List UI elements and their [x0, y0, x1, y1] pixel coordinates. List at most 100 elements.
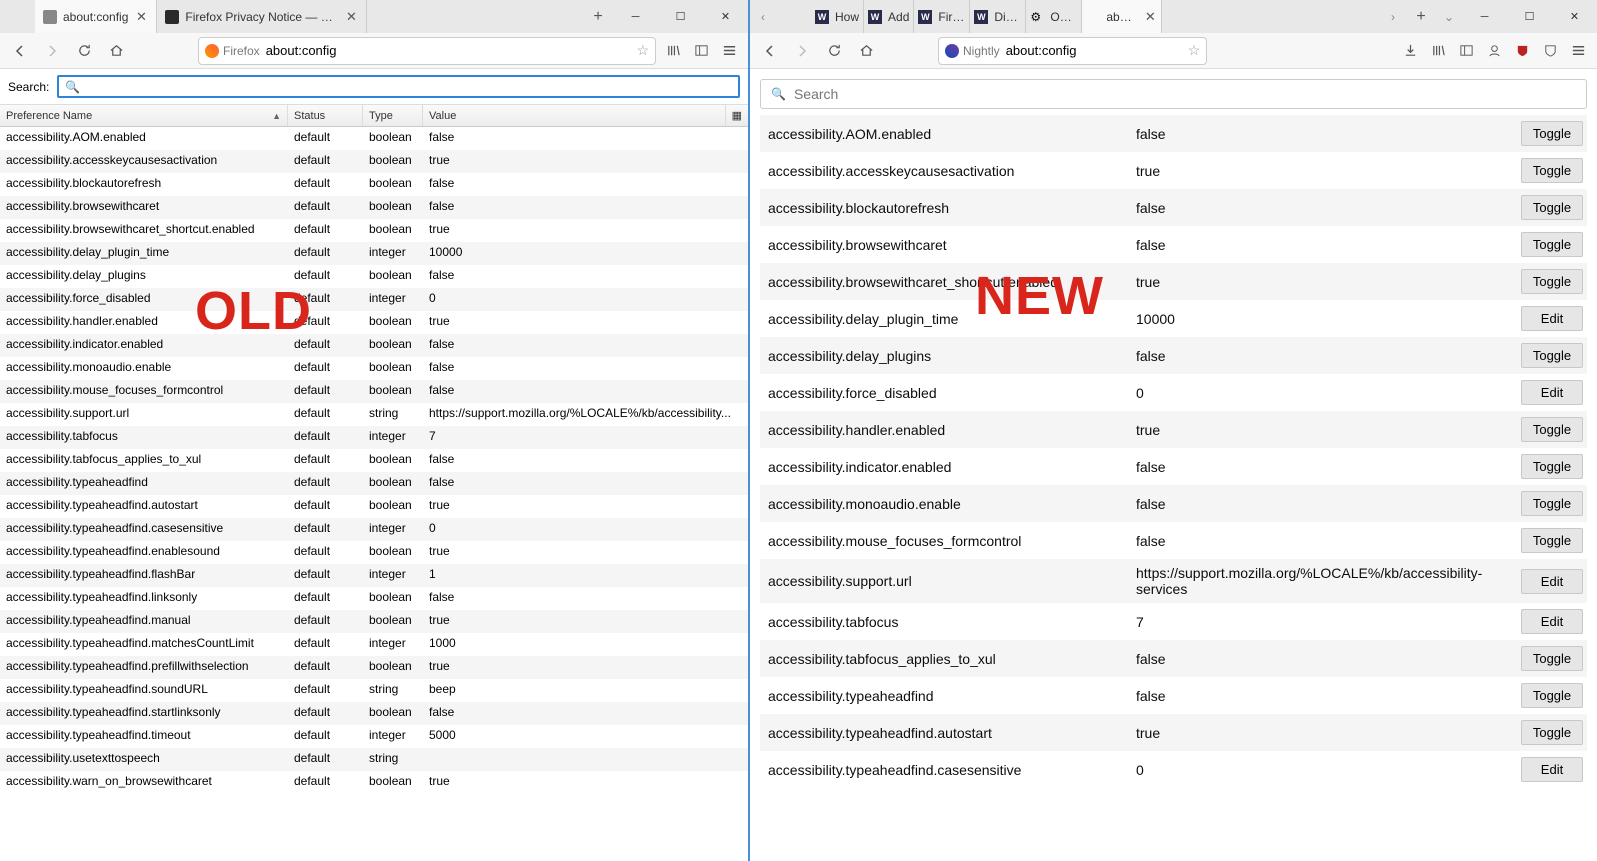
- close-button[interactable]: ✕: [1552, 0, 1597, 33]
- close-button[interactable]: ✕: [703, 0, 748, 33]
- back-button[interactable]: [6, 37, 34, 65]
- menu-icon[interactable]: [1565, 38, 1591, 64]
- pref-row[interactable]: accessibility.typeaheadfind.flashBar def…: [0, 564, 748, 587]
- toggle-button[interactable]: Toggle: [1521, 720, 1583, 745]
- menu-icon[interactable]: [716, 38, 742, 64]
- pref-row[interactable]: accessibility.AOM.enabled default boolea…: [0, 127, 748, 150]
- library-icon[interactable]: [1425, 38, 1451, 64]
- extension-shield-icon[interactable]: [1537, 38, 1563, 64]
- bookmark-star-icon[interactable]: ☆: [1188, 42, 1201, 59]
- maximize-button[interactable]: ☐: [1507, 0, 1552, 33]
- browser-tab[interactable]: WFirefo: [914, 0, 970, 33]
- edit-button[interactable]: Edit: [1521, 380, 1583, 405]
- browser-tab[interactable]: about:config ✕: [35, 0, 157, 33]
- pref-row[interactable]: accessibility.typeaheadfind.timeout defa…: [0, 725, 748, 748]
- pref-row[interactable]: accessibility.typeaheadfind.startlinkson…: [0, 702, 748, 725]
- toggle-button[interactable]: Toggle: [1521, 121, 1583, 146]
- downloads-icon[interactable]: [1397, 38, 1423, 64]
- reload-button[interactable]: [70, 37, 98, 65]
- account-icon[interactable]: [1481, 38, 1507, 64]
- home-button[interactable]: [102, 37, 130, 65]
- old-search-box[interactable]: 🔍: [57, 75, 740, 98]
- maximize-button[interactable]: ☐: [658, 0, 703, 33]
- tab-scroll-left-icon[interactable]: ‹: [750, 0, 776, 33]
- pref-row[interactable]: accessibility.browsewithcaret default bo…: [0, 196, 748, 219]
- reload-button[interactable]: [820, 37, 848, 65]
- pref-row[interactable]: accessibility.handler.enabled default bo…: [0, 311, 748, 334]
- pref-row[interactable]: accessibility.warn_on_browsewithcaret de…: [0, 771, 748, 794]
- browser-tab[interactable]: WHow: [811, 0, 864, 33]
- toggle-button[interactable]: Toggle: [1521, 454, 1583, 479]
- pref-row[interactable]: accessibility.typeaheadfind.linksonly de…: [0, 587, 748, 610]
- col-header-type[interactable]: Type: [363, 105, 423, 126]
- toggle-button[interactable]: Toggle: [1521, 158, 1583, 183]
- url-bar[interactable]: Nightly ☆: [938, 37, 1207, 65]
- forward-button[interactable]: [38, 37, 66, 65]
- col-header-name[interactable]: Preference Name▲: [0, 105, 288, 126]
- col-header-status[interactable]: Status: [288, 105, 363, 126]
- pref-row[interactable]: accessibility.typeaheadfind.prefillwiths…: [0, 656, 748, 679]
- pref-row[interactable]: accessibility.usetexttospeech default st…: [0, 748, 748, 771]
- toggle-button[interactable]: Toggle: [1521, 417, 1583, 442]
- pref-row[interactable]: accessibility.mouse_focuses_formcontrol …: [0, 380, 748, 403]
- toggle-button[interactable]: Toggle: [1521, 195, 1583, 220]
- toggle-button[interactable]: Toggle: [1521, 269, 1583, 294]
- col-header-value[interactable]: Value: [423, 105, 726, 126]
- pref-row[interactable]: accessibility.typeaheadfind.matchesCount…: [0, 633, 748, 656]
- browser-tab[interactable]: WDisab: [970, 0, 1026, 33]
- edit-button[interactable]: Edit: [1521, 569, 1583, 594]
- url-input[interactable]: [266, 43, 631, 58]
- toggle-button[interactable]: Toggle: [1521, 683, 1583, 708]
- forward-button[interactable]: [788, 37, 816, 65]
- tab-close-icon[interactable]: ✕: [134, 10, 148, 24]
- pref-row[interactable]: accessibility.tabfocus default integer 7: [0, 426, 748, 449]
- pref-row[interactable]: accessibility.typeaheadfind.autostart de…: [0, 495, 748, 518]
- pref-row[interactable]: accessibility.support.url default string…: [0, 403, 748, 426]
- pref-row[interactable]: accessibility.typeaheadfind.soundURL def…: [0, 679, 748, 702]
- pref-row[interactable]: accessibility.indicator.enabled default …: [0, 334, 748, 357]
- sidebar-icon[interactable]: [1453, 38, 1479, 64]
- edit-button[interactable]: Edit: [1521, 757, 1583, 782]
- pref-row[interactable]: accessibility.delay_plugins default bool…: [0, 265, 748, 288]
- pref-row[interactable]: accessibility.typeaheadfind.casesensitiv…: [0, 518, 748, 541]
- new-pref-list[interactable]: accessibility.AOM.enabled false Toggleac…: [750, 115, 1597, 861]
- pref-row[interactable]: accessibility.tabfocus_applies_to_xul de…: [0, 449, 748, 472]
- toggle-button[interactable]: Toggle: [1521, 491, 1583, 516]
- sidebar-icon[interactable]: [688, 38, 714, 64]
- pref-row[interactable]: accessibility.typeaheadfind default bool…: [0, 472, 748, 495]
- pref-row[interactable]: accessibility.blockautorefresh default b…: [0, 173, 748, 196]
- pref-row[interactable]: accessibility.browsewithcaret_shortcut.e…: [0, 219, 748, 242]
- identity-box[interactable]: Firefox: [205, 44, 260, 58]
- bookmark-star-icon[interactable]: ☆: [636, 42, 649, 59]
- browser-tab[interactable]: about:✕: [1082, 0, 1162, 33]
- url-bar[interactable]: Firefox ☆: [198, 37, 656, 65]
- toggle-button[interactable]: Toggle: [1521, 646, 1583, 671]
- pref-row[interactable]: accessibility.typeaheadfind.manual defau…: [0, 610, 748, 633]
- tab-scroll-right-icon[interactable]: ›: [1380, 0, 1406, 33]
- toggle-button[interactable]: Toggle: [1521, 232, 1583, 257]
- old-rows-container[interactable]: accessibility.AOM.enabled default boolea…: [0, 127, 748, 861]
- new-search-box[interactable]: 🔍: [760, 79, 1587, 109]
- new-tab-button[interactable]: +: [1406, 0, 1436, 33]
- pref-row[interactable]: accessibility.force_disabled default int…: [0, 288, 748, 311]
- back-button[interactable]: [756, 37, 784, 65]
- edit-button[interactable]: Edit: [1521, 306, 1583, 331]
- minimize-button[interactable]: ─: [613, 0, 658, 33]
- pref-row[interactable]: accessibility.typeaheadfind.enablesound …: [0, 541, 748, 564]
- browser-tab[interactable]: WAdd: [864, 0, 914, 33]
- identity-box[interactable]: Nightly: [945, 44, 1000, 58]
- url-input[interactable]: [1006, 43, 1182, 58]
- minimize-button[interactable]: ─: [1462, 0, 1507, 33]
- edit-button[interactable]: Edit: [1521, 609, 1583, 634]
- extension-ublock-icon[interactable]: [1509, 38, 1535, 64]
- home-button[interactable]: [852, 37, 880, 65]
- old-search-input[interactable]: [84, 79, 732, 94]
- browser-tab[interactable]: Firefox Privacy Notice — Mozi ✕: [157, 0, 367, 33]
- library-icon[interactable]: [660, 38, 686, 64]
- tab-dropdown-icon[interactable]: ⌄: [1436, 0, 1462, 33]
- pref-row[interactable]: accessibility.accesskeycausesactivation …: [0, 150, 748, 173]
- pref-row[interactable]: accessibility.monoaudio.enable default b…: [0, 357, 748, 380]
- toggle-button[interactable]: Toggle: [1521, 343, 1583, 368]
- column-picker-icon[interactable]: ▦: [726, 105, 748, 126]
- new-tab-button[interactable]: +: [583, 0, 613, 33]
